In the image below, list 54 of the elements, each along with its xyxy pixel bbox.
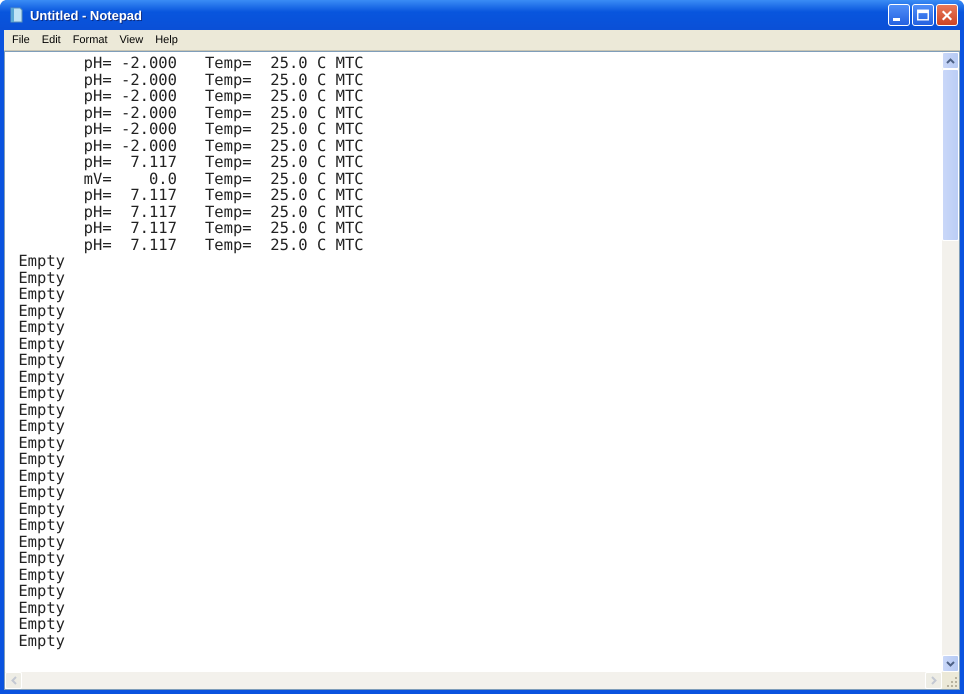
horizontal-scrollbar[interactable] bbox=[5, 672, 942, 689]
text-line: Empty bbox=[17, 534, 66, 550]
menu-item[interactable]: View bbox=[114, 34, 150, 46]
text-line: pH= 7.117 Temp= 25.0 C MTC bbox=[82, 154, 365, 170]
text-line: mV= 0.0 Temp= 25.0 C MTC bbox=[82, 170, 365, 187]
text-line: pH= -2.000 Temp= 25.0 C MTC bbox=[82, 72, 365, 88]
text-line: Empty bbox=[17, 517, 66, 534]
text-line: pH= 7.117 Temp= 25.0 C MTC bbox=[82, 220, 365, 236]
minimize-button[interactable] bbox=[888, 4, 910, 26]
text-line: pH= 7.117 Temp= 25.0 C MTC bbox=[82, 204, 365, 220]
menu-item[interactable]: File bbox=[6, 34, 36, 46]
scroll-up-button[interactable] bbox=[942, 52, 959, 69]
text-line: Empty bbox=[17, 583, 66, 600]
text-line: Empty bbox=[17, 500, 66, 517]
menu-item[interactable]: Format bbox=[66, 34, 114, 46]
text-line: Empty bbox=[17, 550, 66, 566]
window-title: Untitled - Notepad bbox=[30, 8, 142, 22]
resize-grip-icon[interactable] bbox=[942, 672, 959, 689]
text-line: pH= 7.117 Temp= 25.0 C MTC bbox=[82, 236, 365, 253]
close-button[interactable] bbox=[936, 4, 958, 26]
text-line: Empty bbox=[17, 468, 66, 484]
text-line: Empty bbox=[17, 368, 66, 385]
maximize-button[interactable] bbox=[912, 4, 934, 26]
text-line: Empty bbox=[17, 336, 66, 352]
minimize-icon bbox=[893, 18, 900, 21]
text-line: Empty bbox=[17, 352, 66, 368]
text-line: Empty bbox=[17, 484, 66, 500]
text-line: Empty bbox=[17, 402, 66, 418]
text-line: Empty bbox=[17, 270, 66, 286]
text-line: Empty bbox=[17, 286, 66, 302]
text-line: Empty bbox=[17, 600, 66, 616]
text-line: Empty bbox=[17, 434, 66, 451]
vertical-scrollbar[interactable] bbox=[942, 52, 959, 672]
text-line: Empty bbox=[17, 302, 66, 319]
text-line: Empty bbox=[17, 616, 66, 632]
text-line: Empty bbox=[17, 632, 66, 649]
text-line: pH= -2.000 Temp= 25.0 C MTC bbox=[82, 138, 365, 154]
text-line: Empty bbox=[17, 319, 66, 336]
scroll-left-button[interactable] bbox=[5, 672, 22, 689]
text-line: pH= -2.000 Temp= 25.0 C MTC bbox=[82, 121, 365, 138]
menu-item[interactable]: Edit bbox=[36, 34, 67, 46]
text-line: Empty bbox=[17, 253, 66, 270]
text-line: pH= -2.000 Temp= 25.0 C MTC bbox=[82, 88, 365, 104]
text-line: Empty bbox=[17, 566, 66, 583]
text-line: Empty bbox=[17, 451, 66, 468]
text-line: pH= 7.117 Temp= 25.0 C MTC bbox=[82, 187, 365, 204]
menu-item[interactable]: Help bbox=[149, 34, 184, 46]
text-line: pH= -2.000 Temp= 25.0 C MTC bbox=[82, 104, 365, 121]
text-line: pH= -2.000 Temp= 25.0 C MTC bbox=[82, 55, 365, 72]
text-line: Empty bbox=[17, 385, 66, 402]
text-line: Empty bbox=[17, 418, 66, 434]
notepad-icon bbox=[8, 7, 24, 23]
scroll-thumb[interactable] bbox=[942, 69, 959, 241]
scroll-down-button[interactable] bbox=[942, 655, 959, 672]
